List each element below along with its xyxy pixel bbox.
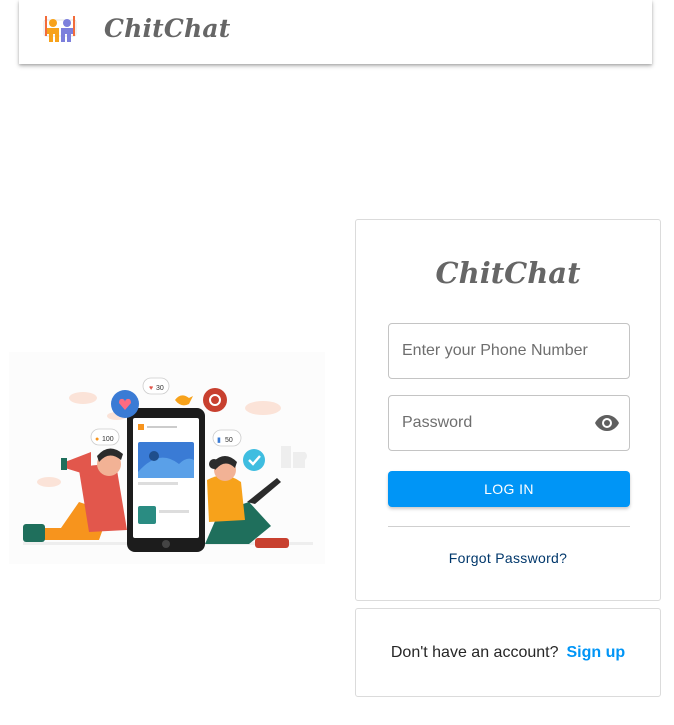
eye-icon[interactable] [595,413,619,433]
password-input[interactable] [402,396,602,450]
svg-text:▮: ▮ [217,437,221,444]
login-card: ChitChat LOG IN Forgot Password? [355,219,661,601]
forgot-password-link[interactable]: Forgot Password? [356,550,660,566]
brand-name[interactable]: ChitChat [104,14,231,43]
phone-input[interactable] [402,324,602,378]
friends-logo-icon[interactable] [42,14,78,50]
followers-count: 100 [102,436,114,443]
svg-text:●: ● [95,436,99,443]
svg-text:♥: ♥ [149,385,153,392]
shares-count: 50 [225,437,233,444]
password-field[interactable] [388,395,630,451]
likes-count: 30 [156,385,164,392]
signup-prompt: Don't have an account? [390,643,559,661]
signup-link[interactable]: Sign up [566,644,625,662]
social-media-illustration: ♥ 30 ● 100 ▮ 50 [9,352,325,564]
phone-field[interactable] [388,323,630,379]
login-title: ChitChat [435,256,581,290]
signup-card: Don't have an account? Sign up [355,608,661,697]
divider [388,526,630,527]
login-button[interactable]: LOG IN [388,471,630,507]
app-header: ChitChat [19,0,652,64]
